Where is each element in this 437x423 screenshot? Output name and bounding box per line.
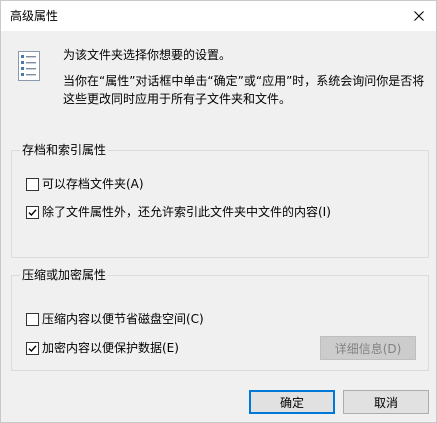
properties-list-icon <box>18 51 40 81</box>
archive-folder-option[interactable]: 可以存档文件夹(A) <box>26 176 144 192</box>
compress-encrypt-group: 压缩或加密属性 压缩内容以便节省磁盘空间(C) 加密内容以便保护数据(E) 详细… <box>11 266 429 371</box>
encrypt-label: 加密内容以便保护数据(E) <box>42 341 179 355</box>
description-line-1: 为该文件夹选择你想要的设置。 <box>63 48 232 62</box>
compress-checkbox[interactable] <box>26 312 39 326</box>
close-button[interactable] <box>402 1 436 31</box>
ok-button[interactable]: 确定 <box>249 390 335 414</box>
archive-group-title: 存档和索引属性 <box>20 141 109 159</box>
cancel-button[interactable]: 取消 <box>343 390 429 414</box>
title-bar: 高级属性 <box>1 1 436 31</box>
archive-folder-label: 可以存档文件夹(A) <box>42 177 144 191</box>
index-content-checkbox[interactable] <box>26 205 39 219</box>
close-icon <box>414 11 424 21</box>
compress-label: 压缩内容以便节省磁盘空间(C) <box>42 312 204 326</box>
index-content-label: 除了文件属性外，还允许索引此文件夹中文件的内容(I) <box>42 205 331 219</box>
compress-option[interactable]: 压缩内容以便节省磁盘空间(C) <box>26 311 204 327</box>
window-title: 高级属性 <box>10 9 59 23</box>
encrypt-checkbox[interactable] <box>26 341 39 355</box>
description-line-2: 当你在“属性”对话框中单击“确定”或“应用”时，系统会询问你是否将这些更改同时应… <box>63 74 425 106</box>
archive-index-group: 存档和索引属性 可以存档文件夹(A) 除了文件属性外，还允许索引此文件夹中文件的… <box>11 141 429 258</box>
checkmark-icon <box>28 344 37 352</box>
advanced-attributes-dialog: 高级属性 为该文件夹选择你想要的设置。 当你在“属性”对话框中单击“确定”或“应… <box>0 0 437 423</box>
index-content-option[interactable]: 除了文件属性外，还允许索引此文件夹中文件的内容(I) <box>26 204 331 220</box>
encrypt-option[interactable]: 加密内容以便保护数据(E) <box>26 340 179 356</box>
compress-group-title: 压缩或加密属性 <box>20 266 109 284</box>
archive-folder-checkbox[interactable] <box>26 177 39 191</box>
details-button[interactable]: 详细信息(D) <box>320 336 416 360</box>
checkmark-icon <box>28 208 37 216</box>
